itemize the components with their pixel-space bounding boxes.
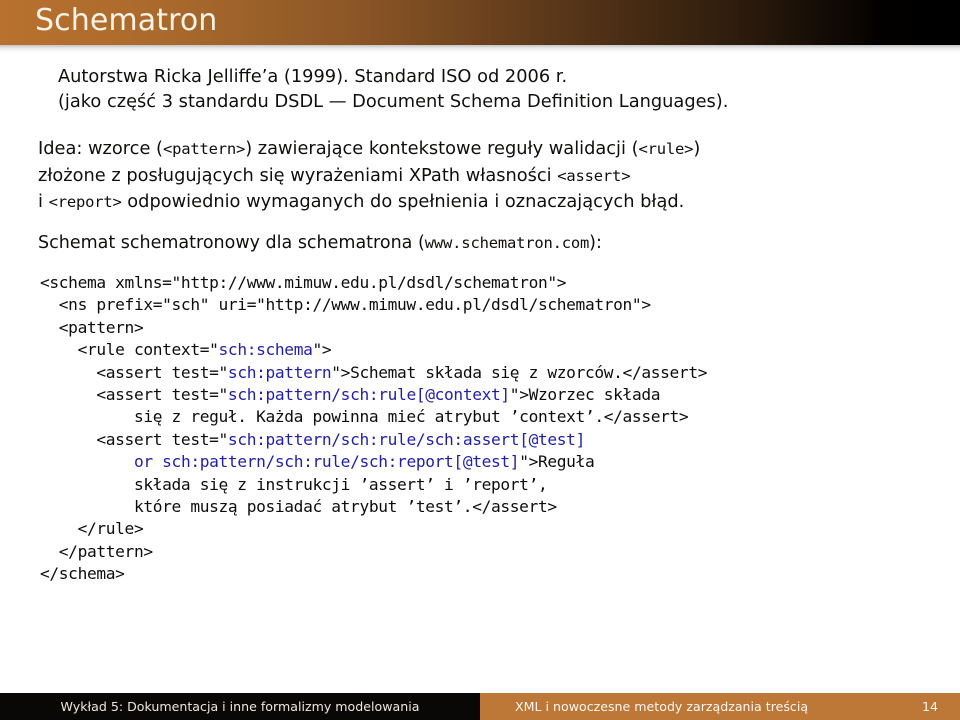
code-line: <assert test="sch:pattern/sch:rule[@cont… bbox=[40, 384, 950, 406]
code-text: składa się z instrukcji ’assert’ i ’repo… bbox=[40, 474, 548, 494]
code-line: </pattern> bbox=[40, 541, 950, 563]
page-title: Schematron bbox=[35, 3, 218, 38]
code-line: <assert test="sch:pattern">Schemat skład… bbox=[40, 362, 950, 384]
code-text: </schema> bbox=[40, 564, 125, 584]
footer-page-number: 14 bbox=[921, 699, 938, 714]
code-text: <assert test=" bbox=[40, 429, 228, 449]
intro-line-1: Autorstwa Ricka Jelliffe’a (1999). Stand… bbox=[58, 66, 568, 87]
schematron-url: www.schematron.com bbox=[424, 234, 590, 252]
schemat-line-text: Schemat schematronowy dla schematrona (w… bbox=[38, 232, 938, 256]
code-text: <assert test=" bbox=[40, 385, 228, 405]
footer-lecture-title: Wykład 5: Dokumentacja i inne formalizmy… bbox=[60, 699, 420, 714]
code-text: </pattern> bbox=[40, 541, 153, 561]
idea-text-d: złożone z posługujących się wyrażeniami … bbox=[38, 164, 558, 186]
tag-report: <report> bbox=[48, 193, 122, 211]
code-text: <ns prefix="sch" uri="http://www.mimuw.e… bbox=[40, 295, 651, 315]
tag-rule: <rule> bbox=[638, 140, 694, 158]
idea-line-3: i <report> odpowiednio wymaganych do spe… bbox=[38, 189, 938, 216]
xpath-expression: sch:schema bbox=[218, 340, 313, 360]
code-text: ">Reguła bbox=[519, 452, 595, 472]
xpath-expression: or sch:pattern/sch:rule/sch:report[@test… bbox=[133, 452, 520, 472]
code-text: <pattern> bbox=[40, 317, 144, 337]
idea-line-2: złożone z posługujących się wyrażeniami … bbox=[38, 163, 938, 190]
schemat-prefix: Schemat schematronowy dla schematrona ( bbox=[38, 233, 425, 253]
code-text: <schema xmlns="http://www.mimuw.edu.pl/d… bbox=[40, 273, 567, 292]
footer-course-title: XML i nowoczesne metody zarządzania treś… bbox=[515, 699, 809, 714]
code-text: "> bbox=[312, 340, 332, 360]
footer-left-section: Wykład 5: Dokumentacja i inne formalizmy… bbox=[0, 693, 480, 720]
tag-assert: <assert> bbox=[557, 166, 631, 185]
intro-line-2: (jako część 3 standardu DSDL — Document … bbox=[58, 91, 729, 112]
code-text: ">Schemat składa się z wzorców.</assert> bbox=[331, 362, 708, 382]
code-line: składa się z instrukcji ’assert’ i ’repo… bbox=[40, 474, 950, 496]
code-text: </rule> bbox=[40, 519, 144, 539]
code-line: <assert test="sch:pattern/sch:rule/sch:a… bbox=[40, 429, 950, 451]
idea-text-c: ) bbox=[693, 138, 701, 159]
code-line: <ns prefix="sch" uri="http://www.mimuw.e… bbox=[40, 294, 950, 316]
header-shadow bbox=[0, 45, 960, 54]
xpath-expression: sch:pattern/sch:rule[@context] bbox=[227, 385, 510, 405]
code-line: <pattern> bbox=[40, 317, 950, 339]
code-text: się z reguł. Każda powinna mieć atrybut … bbox=[40, 407, 689, 427]
code-line: or sch:pattern/sch:rule/sch:report[@test… bbox=[40, 451, 950, 473]
footer-right-section: XML i nowoczesne metody zarządzania treś… bbox=[480, 693, 960, 720]
code-line: które muszą posiadać atrybut ’test’.</as… bbox=[40, 496, 950, 518]
idea-text-f: odpowiednio wymaganych do spełnienia i o… bbox=[121, 191, 685, 212]
slide-footer: Wykład 5: Dokumentacja i inne formalizmy… bbox=[0, 693, 960, 720]
tag-pattern: <pattern> bbox=[163, 140, 246, 158]
code-line: </rule> bbox=[40, 518, 950, 540]
xpath-expression: sch:pattern/sch:rule/sch:assert[@test] bbox=[227, 429, 585, 449]
code-line: </schema> bbox=[40, 563, 950, 585]
code-text: ">Wzorzec składa bbox=[509, 385, 661, 405]
xpath-expression: sch:pattern bbox=[227, 362, 332, 382]
code-line: <rule context="sch:schema"> bbox=[40, 339, 950, 361]
idea-paragraph: Idea: wzorce (<pattern>) zawierające kon… bbox=[38, 136, 938, 216]
intro-paragraph: Autorstwa Ricka Jelliffe’a (1999). Stand… bbox=[58, 64, 938, 114]
idea-text-b: ) zawierające kontekstowe reguły walidac… bbox=[245, 138, 639, 159]
schemat-suffix: ): bbox=[589, 233, 602, 253]
code-line: <schema xmlns="http://www.mimuw.edu.pl/d… bbox=[40, 272, 950, 294]
idea-text-e: i bbox=[38, 191, 49, 212]
code-text: <assert test=" bbox=[40, 362, 228, 382]
code-text: <rule context=" bbox=[40, 340, 219, 360]
schemat-paragraph: Schemat schematronowy dla schematrona (w… bbox=[38, 232, 938, 256]
xml-code-listing: <schema xmlns="http://www.mimuw.edu.pl/d… bbox=[40, 272, 950, 586]
idea-text-a: Idea: wzorce ( bbox=[38, 138, 163, 159]
code-text: które muszą posiadać atrybut ’test’.</as… bbox=[40, 497, 557, 517]
idea-line-1: Idea: wzorce (<pattern>) zawierające kon… bbox=[38, 136, 938, 163]
code-line: się z reguł. Każda powinna mieć atrybut … bbox=[40, 406, 950, 428]
